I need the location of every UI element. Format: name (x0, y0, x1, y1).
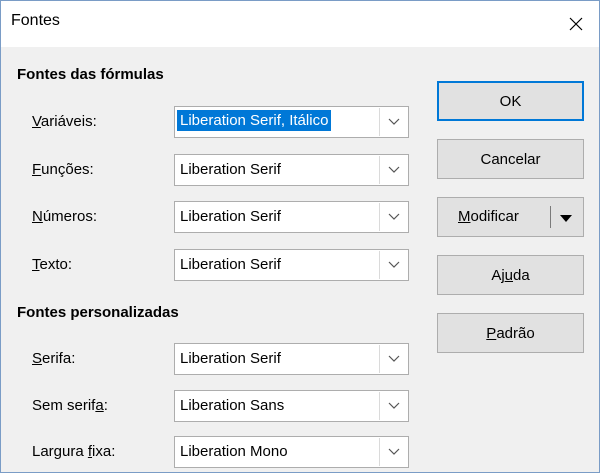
text-select[interactable]: Liberation Serif (174, 249, 409, 281)
default-label: Padrão (486, 324, 535, 342)
modify-label: Modificar (458, 208, 519, 225)
dialog-content: Fontes das fórmulas Variáveis: Liberatio… (1, 47, 599, 472)
numbers-select[interactable]: Liberation Serif (174, 201, 409, 233)
functions-select[interactable]: Liberation Serif (174, 154, 409, 186)
fixed-width-label: Largura fixa: (32, 443, 116, 460)
text-dropdown-button[interactable] (379, 251, 407, 279)
modify-button[interactable]: Modificar (437, 197, 584, 237)
sans-serif-select[interactable]: Liberation Sans (174, 390, 409, 422)
ok-button[interactable]: OK (437, 81, 584, 121)
title-bar: Fontes (1, 1, 599, 47)
fixed-width-value: Liberation Mono (180, 443, 288, 460)
serif-select[interactable]: Liberation Serif (174, 343, 409, 375)
text-label: Texto: (32, 256, 73, 273)
close-button[interactable] (553, 1, 599, 47)
variables-select[interactable]: Liberation Serif, Itálico (174, 106, 409, 138)
sans-serif-label: Sem serifa: (32, 397, 108, 414)
fixed-width-select[interactable]: Liberation Mono (174, 436, 409, 468)
chevron-down-icon (388, 355, 399, 362)
serif-value: Liberation Serif (180, 350, 281, 367)
functions-value: Liberation Serif (180, 161, 281, 178)
variables-label: Variáveis: (32, 113, 97, 130)
dialog-title: Fontes (11, 12, 60, 29)
variables-dropdown-button[interactable] (379, 108, 407, 136)
chevron-down-icon (388, 213, 399, 220)
fonts-dialog: Fontes Fontes das fórmulas Variáveis: Li… (0, 0, 600, 473)
ok-label: OK (499, 92, 522, 110)
modify-menu-arrow[interactable] (559, 210, 573, 227)
fixed-width-dropdown-button[interactable] (379, 438, 407, 466)
default-button[interactable]: Padrão (437, 313, 584, 353)
serif-dropdown-button[interactable] (379, 345, 407, 373)
sans-serif-value: Liberation Sans (180, 397, 285, 414)
sans-serif-dropdown-button[interactable] (379, 392, 407, 420)
cancel-label: Cancelar (480, 150, 541, 168)
functions-dropdown-button[interactable] (379, 156, 407, 184)
help-label: Ajuda (491, 266, 530, 284)
chevron-down-icon (388, 261, 399, 268)
variables-value: Liberation Serif, Itálico (177, 110, 332, 131)
chevron-down-icon (388, 118, 399, 125)
help-button[interactable]: Ajuda (437, 255, 584, 295)
split-separator (550, 206, 551, 228)
chevron-down-icon (388, 166, 399, 173)
text-value: Liberation Serif (180, 256, 281, 273)
chevron-down-icon (388, 448, 399, 455)
close-icon (569, 17, 583, 31)
cancel-button[interactable]: Cancelar (437, 139, 584, 179)
section-formula-fonts: Fontes das fórmulas (17, 66, 164, 83)
chevron-down-icon (388, 402, 399, 409)
triangle-down-icon (560, 215, 572, 222)
numbers-dropdown-button[interactable] (379, 203, 407, 231)
functions-label: Funções: (32, 161, 94, 178)
section-custom-fonts: Fontes personalizadas (17, 304, 179, 321)
serif-label: Serifa: (32, 350, 76, 367)
numbers-label: Números: (32, 208, 98, 225)
numbers-value: Liberation Serif (180, 208, 281, 225)
